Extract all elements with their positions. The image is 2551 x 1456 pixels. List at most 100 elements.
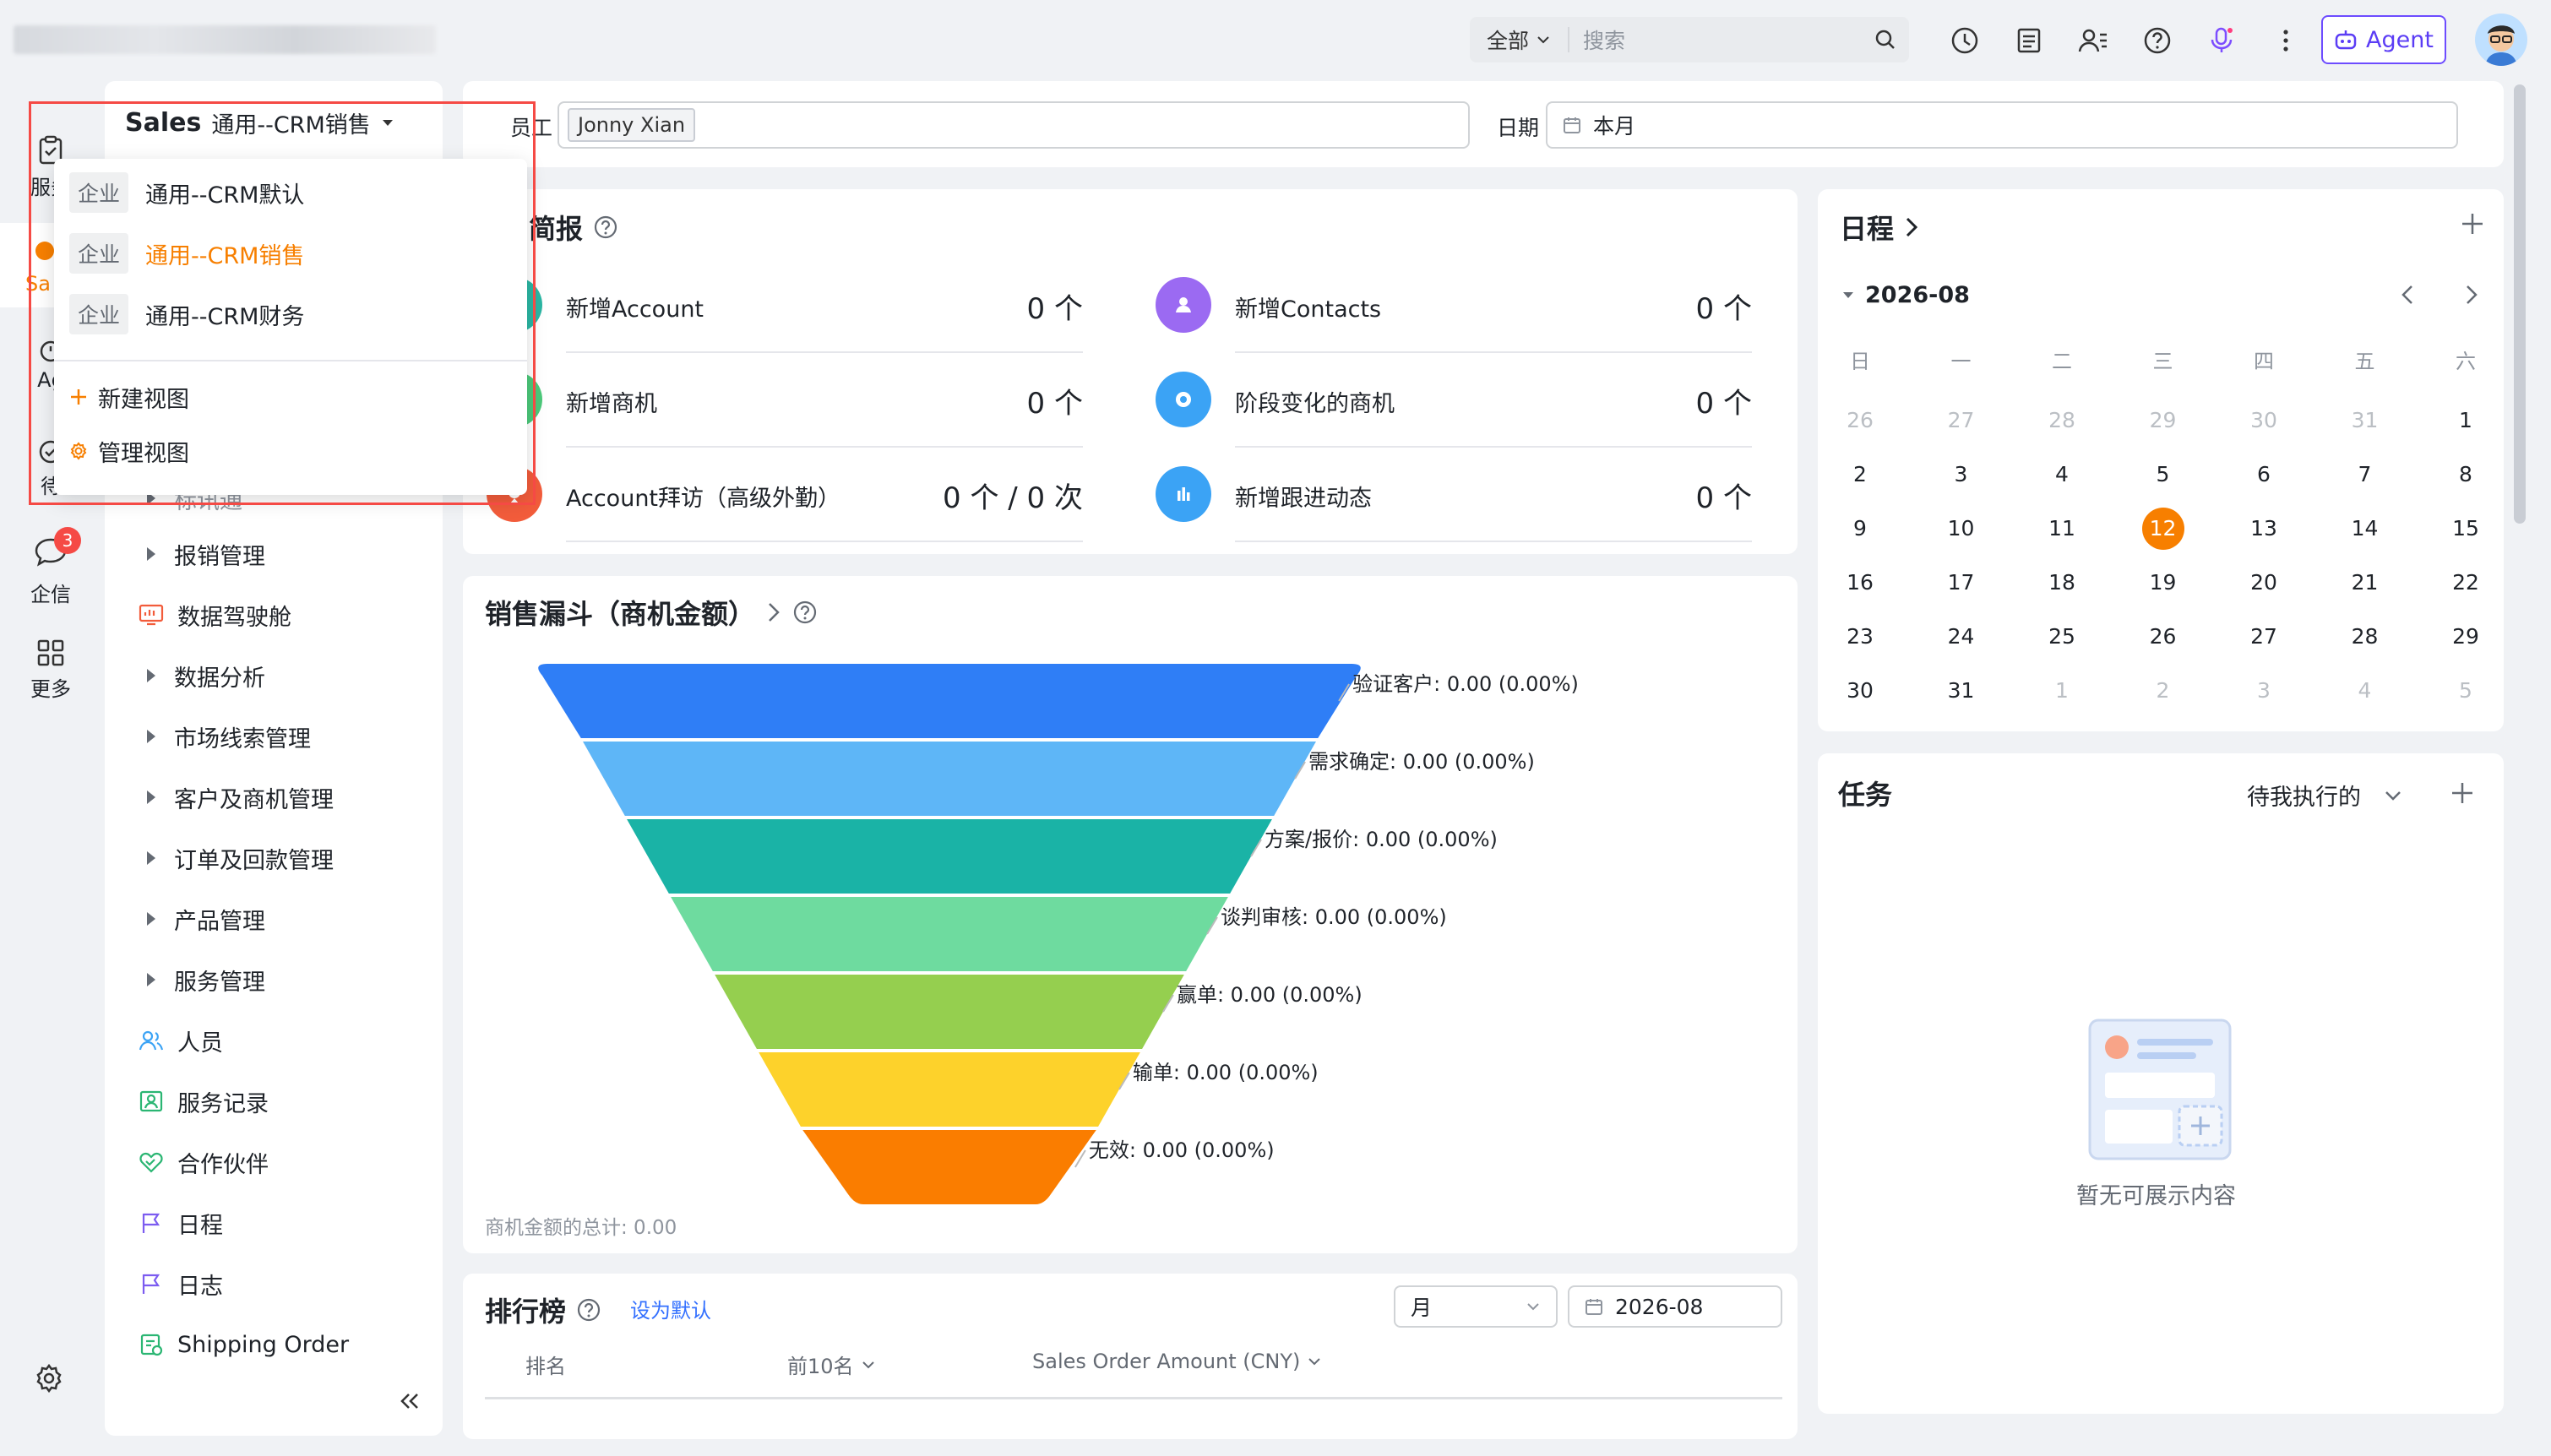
briefing-stat[interactable]: Account拜访（高级外勤） 0 个 / 0 次 bbox=[487, 466, 1083, 551]
calendar-day[interactable]: 8 bbox=[2432, 451, 2499, 498]
nav-item[interactable]: Shipping Order bbox=[139, 1328, 349, 1361]
calendar-day[interactable]: 26 bbox=[2129, 613, 2197, 660]
calendar-day[interactable]: 29 bbox=[2129, 397, 2197, 444]
settings-icon[interactable] bbox=[34, 1363, 64, 1397]
help-icon[interactable] bbox=[2137, 20, 2178, 61]
contacts-icon[interactable] bbox=[2073, 20, 2113, 61]
calendar-day[interactable]: 22 bbox=[2432, 559, 2499, 606]
calendar-day[interactable]: 14 bbox=[2331, 505, 2399, 552]
calendar-day[interactable]: 23 bbox=[1826, 613, 1894, 660]
calendar-day[interactable]: 24 bbox=[1928, 613, 1995, 660]
calendar-day[interactable]: 3 bbox=[1928, 451, 1995, 498]
calendar-day[interactable]: 21 bbox=[2331, 559, 2399, 606]
page-scrollbar[interactable] bbox=[2514, 84, 2526, 524]
calendar-day[interactable]: 19 bbox=[2129, 559, 2197, 606]
nav-item[interactable]: 报销管理 bbox=[139, 537, 265, 571]
nav-item[interactable]: 客户及商机管理 bbox=[139, 780, 334, 814]
briefing-stat[interactable]: 新增跟进动态 0 个 bbox=[1156, 466, 1752, 551]
calendar-day[interactable]: 2 bbox=[1826, 451, 1894, 498]
agent-button[interactable]: Agent bbox=[2321, 15, 2446, 64]
nav-item[interactable]: 日程 bbox=[139, 1206, 223, 1240]
avatar[interactable] bbox=[2475, 14, 2527, 66]
calendar-day[interactable]: 30 bbox=[1826, 667, 1894, 714]
calendar-day[interactable]: 27 bbox=[2230, 613, 2298, 660]
tasks-filter-select[interactable]: 待我执行的 bbox=[2247, 779, 2403, 812]
calendar-day[interactable]: 3 bbox=[2230, 667, 2298, 714]
calendar-day[interactable]: 29 bbox=[2432, 613, 2499, 660]
rail-item-more[interactable]: 更多 bbox=[0, 638, 101, 702]
funnel-stage[interactable] bbox=[759, 1052, 1140, 1127]
calendar-day[interactable]: 13 bbox=[2230, 505, 2298, 552]
document-icon[interactable] bbox=[2009, 20, 2049, 61]
funnel-stage[interactable] bbox=[583, 742, 1316, 816]
funnel-stage[interactable] bbox=[715, 975, 1184, 1049]
nav-item[interactable]: 服务记录 bbox=[139, 1084, 269, 1118]
nav-item[interactable]: 产品管理 bbox=[139, 902, 265, 936]
search-icon[interactable] bbox=[1862, 28, 1909, 52]
briefing-stat[interactable]: 阶段变化的商机 0 个 bbox=[1156, 372, 1752, 456]
calendar-day[interactable]: 16 bbox=[1826, 559, 1894, 606]
nav-item[interactable]: 日志 bbox=[139, 1267, 223, 1301]
employee-field[interactable]: Jonny Xian bbox=[558, 101, 1470, 149]
calendar-day[interactable]: 27 bbox=[1928, 397, 1995, 444]
calendar-day[interactable]: 1 bbox=[2432, 397, 2499, 444]
col-top10[interactable]: 前10名 bbox=[787, 1350, 876, 1379]
month-selector[interactable]: 2026-08 bbox=[1841, 282, 1970, 308]
more-vertical-icon[interactable] bbox=[2265, 20, 2306, 61]
funnel-stage[interactable] bbox=[802, 1130, 1096, 1204]
calendar-day[interactable]: 5 bbox=[2129, 451, 2197, 498]
collapse-icon[interactable] bbox=[399, 1392, 421, 1414]
nav-item[interactable]: 服务管理 bbox=[139, 963, 265, 997]
ranking-date-field[interactable]: 2026-08 bbox=[1568, 1285, 1782, 1328]
period-select[interactable]: 月 bbox=[1394, 1285, 1558, 1328]
nav-item[interactable]: 数据分析 bbox=[139, 659, 265, 693]
calendar-day[interactable]: 4 bbox=[2331, 667, 2399, 714]
calendar-day[interactable]: 18 bbox=[2028, 559, 2096, 606]
nav-item[interactable]: 市场线索管理 bbox=[139, 720, 311, 753]
calendar-day[interactable]: 2 bbox=[2129, 667, 2197, 714]
history-icon[interactable] bbox=[1945, 20, 1985, 61]
calendar-day[interactable]: 30 bbox=[2230, 397, 2298, 444]
calendar-day[interactable]: 15 bbox=[2432, 505, 2499, 552]
calendar-day[interactable]: 28 bbox=[2331, 613, 2399, 660]
briefing-stat[interactable]: 新增Account 0 个 bbox=[487, 277, 1083, 361]
nav-item[interactable]: 数据驾驶舱 bbox=[139, 598, 291, 632]
add-icon[interactable] bbox=[2450, 780, 2475, 806]
calendar-day[interactable]: 10 bbox=[1928, 505, 1995, 552]
next-month-icon[interactable] bbox=[2461, 284, 2480, 306]
nav-item[interactable]: 合作伙伴 bbox=[139, 1145, 269, 1179]
calendar-day[interactable]: 17 bbox=[1928, 559, 1995, 606]
employee-chip[interactable]: Jonny Xian bbox=[568, 108, 696, 142]
voice-ai-icon[interactable] bbox=[2201, 20, 2242, 61]
calendar-day[interactable]: 6 bbox=[2230, 451, 2298, 498]
help-icon[interactable] bbox=[576, 1297, 601, 1323]
set-default-link[interactable]: 设为默认 bbox=[630, 1294, 711, 1323]
briefing-stat[interactable]: 新增Contacts 0 个 bbox=[1156, 277, 1752, 361]
calendar-day[interactable]: 31 bbox=[2331, 397, 2399, 444]
calendar-day[interactable]: 7 bbox=[2331, 451, 2399, 498]
calendar-day[interactable]: 9 bbox=[1826, 505, 1894, 552]
funnel-stage[interactable] bbox=[671, 897, 1228, 971]
funnel-stage[interactable] bbox=[627, 819, 1272, 894]
calendar-day[interactable]: 28 bbox=[2028, 397, 2096, 444]
search-scope-select[interactable]: 全部 bbox=[1470, 27, 1570, 53]
rail-item-im[interactable]: 3 企信 bbox=[0, 527, 101, 607]
briefing-stat[interactable]: 新增商机 0 个 bbox=[487, 372, 1083, 456]
calendar-day[interactable]: 1 bbox=[2028, 667, 2096, 714]
calendar-day[interactable]: 4 bbox=[2028, 451, 2096, 498]
date-field[interactable]: 本月 bbox=[1546, 101, 2458, 149]
global-search[interactable]: 全部 搜索 bbox=[1470, 17, 1909, 62]
add-icon[interactable] bbox=[2460, 211, 2485, 236]
calendar-day[interactable]: 31 bbox=[1928, 667, 1995, 714]
nav-item[interactable]: 人员 bbox=[139, 1024, 223, 1057]
calendar-day-today[interactable]: 12 bbox=[2129, 505, 2197, 552]
calendar-day[interactable]: 11 bbox=[2028, 505, 2096, 552]
funnel-stage[interactable] bbox=[538, 664, 1361, 738]
calendar-day[interactable]: 25 bbox=[2028, 613, 2096, 660]
calendar-day[interactable]: 26 bbox=[1826, 397, 1894, 444]
calendar-day[interactable]: 20 bbox=[2230, 559, 2298, 606]
col-amount[interactable]: Sales Order Amount (CNY) bbox=[1032, 1350, 1322, 1373]
help-icon[interactable] bbox=[593, 215, 618, 240]
search-input[interactable]: 搜索 bbox=[1569, 24, 1862, 55]
calendar-title-row[interactable]: 日程 bbox=[1840, 208, 1919, 247]
